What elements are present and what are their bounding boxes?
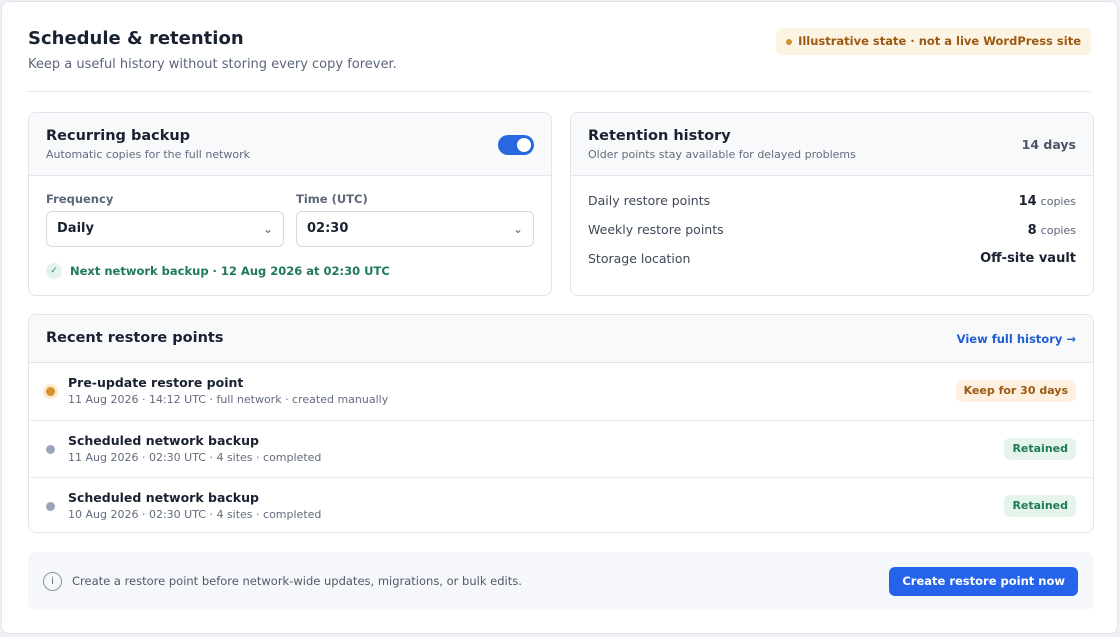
weekly-count: 8 — [1027, 223, 1037, 238]
recurring-backup-card: Recurring backup Automatic copies for th… — [28, 112, 552, 296]
retention-row-storage: Storage location Off-site vault — [588, 251, 1076, 269]
restore-point-name: Scheduled network backup — [68, 490, 259, 505]
daily-count: 14 — [1018, 194, 1037, 209]
restore-point-name: Pre-update restore point — [68, 375, 244, 390]
footer-hint-text: Create a restore point before network-wi… — [72, 574, 522, 588]
list-item[interactable]: Scheduled network backup 11 Aug 2026 · 0… — [29, 420, 1093, 477]
status-badge: Retained — [1004, 495, 1076, 517]
frequency-select[interactable]: Daily ⌄ — [46, 211, 284, 247]
retention-row-label: Daily restore points — [588, 193, 711, 208]
restore-point-meta: 11 Aug 2026 · 02:30 UTC · 4 sites · comp… — [68, 451, 322, 464]
status-dot-icon — [46, 445, 55, 454]
footer-bar: i Create a restore point before network-… — [28, 552, 1094, 610]
chevron-down-icon: ⌄ — [262, 222, 273, 236]
retention-row-label: Storage location — [588, 251, 691, 266]
time-select[interactable]: 02:30 ⌄ — [296, 211, 534, 247]
warning-dot-icon — [46, 387, 55, 396]
retention-row-value: 8 copies — [1028, 222, 1076, 238]
status-dot-icon — [46, 502, 55, 511]
toggle-knob — [517, 138, 531, 152]
info-icon: i — [43, 572, 62, 591]
status-badge: Keep for 30 days — [955, 380, 1076, 402]
retention-history-card: Retention history Older points stay avai… — [570, 112, 1094, 296]
recurring-backup-toggle[interactable] — [498, 135, 534, 155]
retention-history-subtitle: Older points stay available for delayed … — [588, 148, 856, 161]
recent-restore-points-card: Recent restore points View full history … — [28, 314, 1094, 533]
recurring-backup-header: Recurring backup Automatic copies for th… — [29, 113, 551, 176]
page-subtitle: Keep a useful history without storing ev… — [28, 57, 397, 72]
weekly-unit: copies — [1040, 224, 1076, 237]
check-icon: ✓ — [46, 263, 62, 279]
view-full-history-link[interactable]: View full history → — [957, 332, 1076, 346]
storage-location-value: Off-site vault — [980, 251, 1076, 266]
chevron-down-icon: ⌄ — [512, 222, 523, 236]
status-dot-icon — [786, 39, 793, 45]
recent-restore-points-header: Recent restore points View full history … — [29, 315, 1093, 363]
retention-row-weekly: Weekly restore points 8 copies — [588, 222, 1076, 240]
retention-history-title: Retention history — [588, 128, 731, 144]
restore-point-meta: 10 Aug 2026 · 02:30 UTC · 4 sites · comp… — [68, 508, 322, 521]
schedule-retention-panel: Schedule & retention Keep a useful histo… — [1, 1, 1118, 634]
create-restore-point-button[interactable]: Create restore point now — [889, 567, 1078, 596]
retention-row-daily: Daily restore points 14 copies — [588, 193, 1076, 211]
restore-point-meta: 11 Aug 2026 · 14:12 UTC · full network ·… — [68, 393, 389, 406]
list-item[interactable]: Scheduled network backup 10 Aug 2026 · 0… — [29, 477, 1093, 534]
retention-row-label: Weekly restore points — [588, 222, 724, 237]
time-label: Time (UTC) — [296, 192, 368, 206]
header-divider — [28, 91, 1091, 92]
list-item[interactable]: Pre-update restore point 11 Aug 2026 · 1… — [29, 363, 1093, 420]
recurring-backup-subtitle: Automatic copies for the full network — [46, 148, 251, 161]
next-backup-text: Next network backup · 12 Aug 2026 at 02:… — [70, 264, 390, 278]
restore-point-name: Scheduled network backup — [68, 433, 259, 448]
illustrative-state-text: Illustrative state · not a live WordPres… — [798, 34, 1081, 48]
time-value: 02:30 — [307, 221, 349, 236]
recent-restore-points-title: Recent restore points — [46, 330, 224, 346]
status-badge: Retained — [1004, 438, 1076, 460]
illustrative-state-badge: Illustrative state · not a live WordPres… — [776, 28, 1091, 55]
panel-header: Schedule & retention Keep a useful histo… — [28, 28, 1091, 92]
frequency-value: Daily — [57, 221, 94, 236]
retention-row-value: 14 copies — [1019, 193, 1076, 209]
recurring-backup-title: Recurring backup — [46, 128, 191, 144]
retention-days: 14 days — [1021, 137, 1076, 152]
frequency-label: Frequency — [46, 192, 114, 206]
retention-history-header: Retention history Older points stay avai… — [571, 113, 1093, 176]
daily-unit: copies — [1040, 195, 1076, 208]
